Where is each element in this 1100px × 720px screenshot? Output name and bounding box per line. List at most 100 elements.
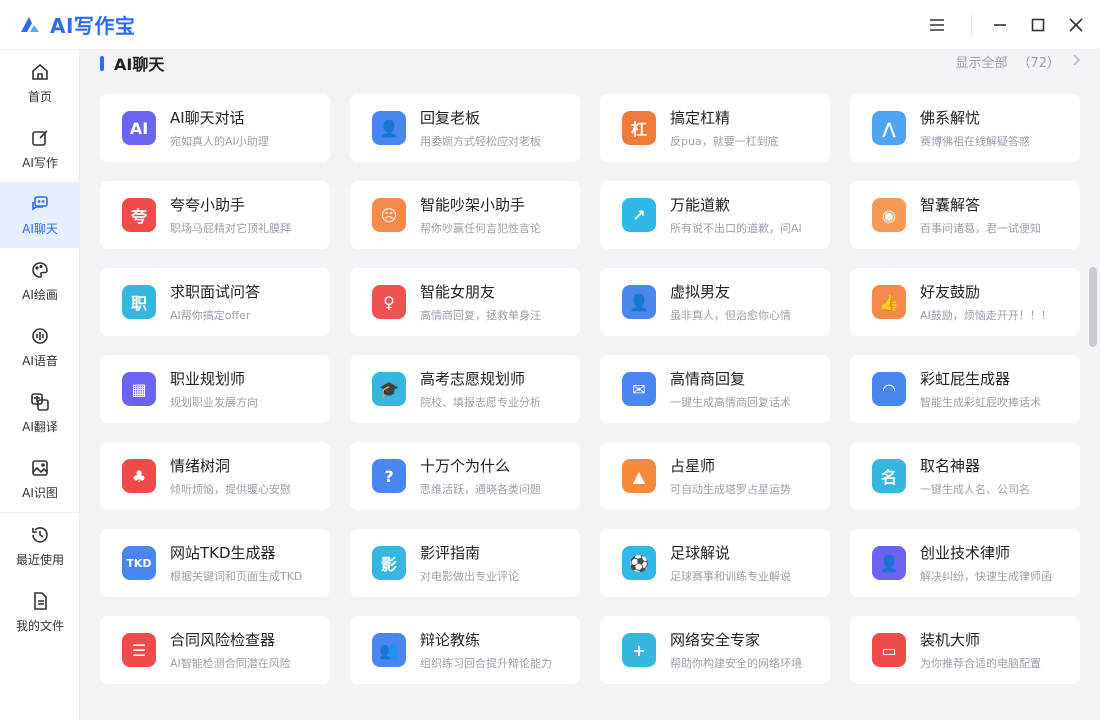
tool-card[interactable]: ? 十万个为什么思维活跃，通晓各类问题 [350,442,580,510]
tool-subtitle: 一键生成人名、公司名 [920,483,1030,496]
sidebar-item-label: AI翻译 [22,420,58,434]
tool-icon: 👤 [372,111,406,145]
tool-card[interactable]: 职求职面试问答 AI帮你搞定offer [100,268,330,336]
tool-text: 虚拟男友 虽非真人，但治愈你心情 [670,281,830,323]
tool-subtitle: 足球赛事和训练专业解说 [670,570,791,583]
tool-card[interactable]: ◠ 彩虹屁生成器 智能生成彩虹屁吹捧话术 [850,355,1080,423]
tool-card[interactable]: 名取名神器 一键生成人名、公司名 [850,442,1080,510]
sidebar-item-ai-painting[interactable]: AI绘画 [0,248,80,314]
tool-subtitle: 院校、填报志愿专业分析 [420,396,541,409]
tool-title: 占星师 [670,457,716,475]
tool-text: 佛系解忧 赛博佛祖在线解疑答惑 [920,107,1080,149]
tool-card[interactable]: ▲ 占星师 可自动生成塔罗占星运势 [600,442,830,510]
tool-subtitle: 帮助你构建安全的网络环境 [670,657,802,670]
tool-card[interactable]: 👍 好友鼓励 AI鼓励，烦恼走开开！！！ [850,268,1080,336]
tool-card[interactable]: ◉ 智囊解答 百事问诸葛，君一试便知 [850,181,1080,249]
divider [971,14,972,36]
tool-card[interactable]: ⚽ 足球解说 足球赛事和训练专业解说 [600,529,830,597]
tool-card[interactable]: ▦ 职业规划师 规划职业发展方向 [100,355,330,423]
sidebar-item-home[interactable]: 首页 [0,50,80,116]
maximize-icon[interactable] [1020,7,1056,43]
tool-card[interactable]: + 网络安全专家帮助你构建安全的网络环境 [600,616,830,684]
tool-title: 十万个为什么 [420,457,511,475]
tool-card[interactable]: TKD 网站TKD生成器 根据关键词和页面生成TKD [100,529,330,597]
tool-icon: + [622,633,656,667]
tool-card[interactable]: 👤 虚拟男友 虽非真人，但治愈你心情 [600,268,830,336]
tool-title: 影评指南 [420,544,481,562]
tool-title: 智能吵架小助手 [420,196,526,214]
tool-subtitle: 规划职业发展方向 [170,396,258,409]
tool-card[interactable]: 👥 辩论教练 组织练习回合提升辩论能力 [350,616,580,684]
history-icon [29,524,51,546]
minimize-icon[interactable] [982,7,1018,43]
tool-card[interactable]: ☹ 智能吵架小助手 帮你吵赢任何言犯性言论 [350,181,580,249]
main-content: AI聊天 显示全部 （72） AI AI聊天对话 宛如真人的AI小助理 👤 回复老板 用委… [81,50,1085,720]
tool-subtitle: 组织练习回合提升辩论能力 [420,657,552,670]
tool-card[interactable]: ♀ 智能女朋友 高情商回复，拯救单身汪 [350,268,580,336]
tool-subtitle: 一键生成高情商回复话术 [670,396,791,409]
sidebar-item-ai-image-recognition[interactable]: AI识图 [0,446,80,512]
scrollbar[interactable] [1086,50,1100,720]
tool-card[interactable]: 影影评指南 对电影做出专业评论 [350,529,580,597]
tool-title: 网络安全专家 [670,631,761,649]
tool-text: 夸夸小助手 职场马屁精对它顶礼膜拜 [170,194,330,236]
file-icon [29,590,51,612]
tool-text: 搞定杠精 反pua，就要一杠到底 [670,107,830,149]
tool-text: 影评指南 对电影做出专业评论 [420,542,580,584]
sidebar-item-ai-translate[interactable]: AI翻译 [0,380,80,446]
show-all-link[interactable]: 显示全部 （72） [955,52,1081,71]
tool-icon: ♣ [122,459,156,493]
tool-card[interactable]: ⋀ 佛系解忧 赛博佛祖在线解疑答惑 [850,94,1080,162]
tool-icon: ▭ [872,633,906,667]
tool-text: 职业规划师 规划职业发展方向 [170,368,330,410]
tool-text: 好友鼓励 AI鼓励，烦恼走开开！！！ [920,281,1080,323]
tool-icon: ▲ [622,459,656,493]
chevron-right-icon [1072,53,1081,70]
tool-card[interactable]: ✉ 高情商回复 一键生成高情商回复话术 [600,355,830,423]
sidebar-item-my-files[interactable]: 我的文件 [0,579,80,645]
tool-text: 合同风险检查器 AI智能检测合同潜在风险 [170,629,330,671]
sidebar-item-recent[interactable]: 最近使用 [0,513,80,579]
tool-title: 高考志愿规划师 [420,370,526,388]
tool-icon: ◉ [872,198,906,232]
sidebar-item-label: AI语音 [22,354,58,368]
tool-card[interactable]: 杠搞定杠精 反pua，就要一杠到底 [600,94,830,162]
tool-card[interactable]: 夸夸夸小助手 职场马屁精对它顶礼膜拜 [100,181,330,249]
tool-title: 辩论教练 [420,631,481,649]
tool-icon: ? [372,459,406,493]
tool-title: 取名神器 [920,457,981,475]
tool-card[interactable]: AI AI聊天对话 宛如真人的AI小助理 [100,94,330,162]
tool-subtitle: AI智能检测合同潜在风险 [170,657,291,670]
tool-icon: AI [122,111,156,145]
tool-text: 求职面试问答 AI帮你搞定offer [170,281,330,323]
tool-subtitle: 思维活跃，通晓各类问题 [420,483,541,496]
sidebar-item-label: AI绘画 [22,288,58,302]
tool-subtitle: 用委婉方式轻松应对老板 [420,135,541,148]
tool-subtitle: 所有说不出口的道歉，问AI [670,222,802,235]
tool-subtitle: 解决纠纷，快速生成律师函 [920,570,1052,583]
tool-text: 辩论教练组织练习回合提升辩论能力 [420,629,580,671]
tool-text: 智囊解答 百事问诸葛，君一试便知 [920,194,1080,236]
tool-card[interactable]: ♣ 情绪树洞 倾听烦恼，提供暖心安慰 [100,442,330,510]
tool-text: 创业技术律师解决纠纷，快速生成律师函 [920,542,1080,584]
tool-card[interactable]: 👤 创业技术律师 解决纠纷，快速生成律师函 [850,529,1080,597]
tool-subtitle: 倾听烦恼，提供暖心安慰 [170,483,291,496]
sidebar-item-ai-voice[interactable]: AI语音 [0,314,80,380]
section-header: AI聊天 显示全部 （72） [100,50,1081,76]
tool-title: 创业技术律师 [920,544,1011,562]
tool-card[interactable]: ▭ 装机大师 为你推荐合适的电脑配置 [850,616,1080,684]
tool-card[interactable]: ☰ 合同风险检查器 AI智能检测合同潜在风险 [100,616,330,684]
menu-icon[interactable] [919,7,955,43]
close-icon[interactable] [1058,7,1094,43]
tool-card[interactable]: 🎓 高考志愿规划师 院校、填报志愿专业分析 [350,355,580,423]
tool-text: 高情商回复 一键生成高情商回复话术 [670,368,830,410]
sidebar-item-ai-writing[interactable]: AI写作 [0,116,80,182]
tool-subtitle: 智能生成彩虹屁吹捧话术 [920,396,1041,409]
sidebar-item-label: AI识图 [22,486,58,500]
sidebar-item-ai-chat[interactable]: AI聊天 [0,182,80,248]
tool-icon: ♀ [372,285,406,319]
scrollbar-thumb[interactable] [1089,267,1097,347]
tool-card[interactable]: ↗ 万能道歉 所有说不出口的道歉，问AI [600,181,830,249]
tool-card[interactable]: 👤 回复老板 用委婉方式轻松应对老板 [350,94,580,162]
sidebar: 首页 AI写作 AI聊天 AI绘画 AI语音 AI翻译 AI识图 最近使用 我的… [0,50,80,720]
